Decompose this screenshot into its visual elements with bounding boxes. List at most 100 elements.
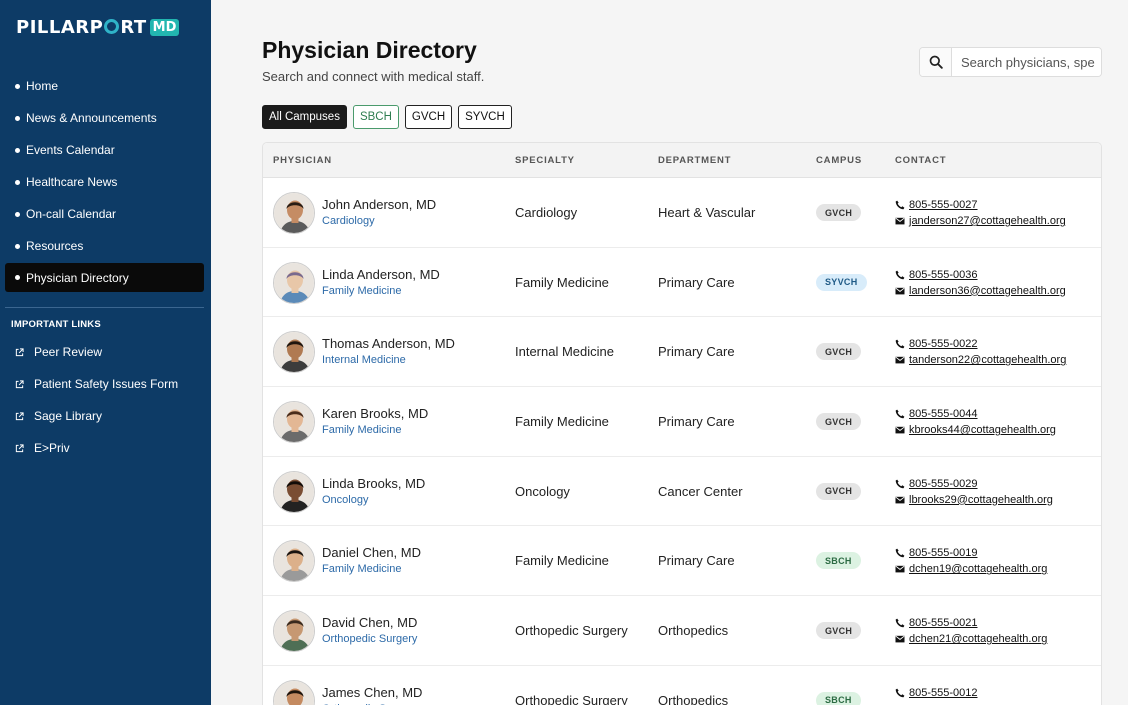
important-link-e-priv[interactable]: E>Priv: [5, 432, 204, 464]
physician-specialty-link[interactable]: Cardiology: [322, 215, 375, 227]
search-box: [919, 47, 1102, 77]
filter-syvch[interactable]: SYVCH: [458, 105, 512, 129]
table-row[interactable]: Thomas Anderson, MD Internal Medicine Inte…: [263, 317, 1101, 388]
table-row[interactable]: James Chen, MD Orthopedic Surgery Orthoped…: [263, 666, 1101, 705]
filter-gvch[interactable]: GVCH: [404, 105, 453, 129]
specialty-cell: Oncology: [515, 483, 570, 499]
sidebar-item-physician-directory[interactable]: Physician Directory: [5, 263, 204, 292]
sidebar-item-news-announcements[interactable]: News & Announcements: [5, 102, 204, 134]
avatar[interactable]: [273, 331, 315, 374]
column-header-specialty[interactable]: SPECIALTY: [515, 155, 575, 166]
sidebar-item-events-calendar[interactable]: Events Calendar: [5, 134, 204, 166]
search-icon: [929, 55, 943, 69]
external-link-icon: [15, 347, 24, 356]
phone-link[interactable]: 805-555-0044: [909, 408, 978, 420]
phone-link[interactable]: 805-555-0012: [909, 687, 978, 699]
envelope-icon: [895, 357, 905, 364]
sidebar-item-home[interactable]: Home: [5, 70, 204, 102]
email-link[interactable]: lbrooks29@cottagehealth.org: [909, 494, 1053, 506]
physician-specialty-link[interactable]: Orthopedic Surgery: [322, 633, 417, 645]
table-row[interactable]: Karen Brooks, MD Family Medicine Family Me…: [263, 387, 1101, 457]
email-link[interactable]: dchen21@cottagehealth.org: [909, 633, 1047, 645]
phone-link[interactable]: 805-555-0027: [909, 199, 978, 211]
avatar[interactable]: [273, 192, 315, 234]
avatar[interactable]: [273, 679, 315, 705]
physician-name[interactable]: Linda Brooks, MD: [322, 476, 425, 491]
physician-name[interactable]: Karen Brooks, MD: [322, 406, 428, 421]
logo-badge: MD: [149, 19, 180, 36]
campus-badge: GVCH: [816, 413, 862, 431]
phone-link[interactable]: 805-555-0029: [909, 478, 978, 490]
physician-name[interactable]: Thomas Anderson, MD: [322, 336, 455, 351]
phone-link[interactable]: 805-555-0036: [909, 269, 978, 281]
filter-all-campuses[interactable]: All Campuses: [262, 105, 347, 129]
phone-link[interactable]: 805-555-0019: [909, 547, 978, 559]
physician-specialty-link[interactable]: Family Medicine: [322, 285, 401, 297]
app-logo[interactable]: PILLARP RT MD: [16, 17, 180, 38]
table-row[interactable]: Linda Anderson, MD Family Medicine Family …: [263, 248, 1101, 318]
physician-name[interactable]: Linda Anderson, MD: [322, 267, 440, 282]
important-link-sage-library[interactable]: Sage Library: [5, 400, 204, 432]
table-row[interactable]: Linda Brooks, MD Oncology Oncology Cancer C…: [263, 457, 1101, 527]
campus-badge: SBCH: [816, 552, 861, 570]
avatar[interactable]: [273, 401, 315, 444]
physician-name[interactable]: Daniel Chen, MD: [322, 545, 421, 560]
column-header-department[interactable]: DEPARTMENT: [658, 155, 731, 166]
phone-link[interactable]: 805-555-0021: [909, 617, 978, 629]
phone-link[interactable]: 805-555-0022: [909, 338, 978, 350]
phone-icon: [895, 549, 905, 558]
department-cell: Orthopedics: [658, 623, 729, 639]
email-link[interactable]: dchen19@cottagehealth.org: [909, 563, 1047, 575]
physician-specialty-link[interactable]: Internal Medicine: [322, 354, 406, 366]
sidebar-item-on-call-calendar[interactable]: On-call Calendar: [5, 198, 204, 230]
physician-specialty-link[interactable]: Family Medicine: [322, 563, 401, 575]
email-link[interactable]: tanderson22@cottagehealth.org: [909, 354, 1066, 366]
contact-cell: 805-555-0036 landerson36@cottagehealth.or…: [895, 267, 1066, 299]
specialty-cell: Cardiology: [515, 205, 578, 220]
avatar[interactable]: [273, 470, 315, 513]
sidebar-divider: [5, 307, 204, 308]
envelope-icon: [895, 426, 905, 434]
physician-specialty-link[interactable]: Family Medicine: [322, 424, 401, 436]
contact-cell: 805-555-0022 tanderson22@cottagehealth.or…: [895, 336, 1066, 368]
column-header-contact[interactable]: CONTACT: [895, 155, 946, 166]
bullet-icon: [15, 211, 20, 217]
filter-sbch[interactable]: SBCH: [352, 105, 399, 129]
column-header-campus[interactable]: CAMPUS: [816, 155, 862, 166]
contact-cell: 805-555-0029 lbrooks29@cottagehealth.org: [895, 476, 1053, 508]
bullet-icon: [15, 147, 20, 153]
department-cell: Heart & Vascular: [658, 205, 756, 220]
table-header: PHYSICIAN SPECIALTY DEPARTMENT CAMPUS CO…: [263, 143, 1101, 178]
search-button[interactable]: [920, 48, 952, 76]
email-link[interactable]: janderson27@cottagehealth.org: [909, 215, 1066, 227]
phone-icon: [895, 339, 905, 349]
sidebar-nav: Home News & Announcements Events Calendar H…: [5, 70, 204, 292]
physician-name[interactable]: John Anderson, MD: [322, 197, 436, 212]
specialty-cell: Family Medicine: [515, 553, 609, 569]
email-link[interactable]: kbrooks44@cottagehealth.org: [909, 424, 1056, 436]
physician-specialty-link[interactable]: Oncology: [322, 494, 368, 506]
physician-name[interactable]: James Chen, MD: [322, 685, 422, 700]
table-body: John Anderson, MD Cardiology Cardiology Hea…: [263, 178, 1101, 705]
specialty-cell: Family Medicine: [515, 414, 609, 430]
department-cell: Cancer Center: [658, 483, 743, 499]
specialty-cell: Family Medicine: [515, 274, 609, 290]
envelope-icon: [895, 287, 905, 295]
search-input[interactable]: [952, 48, 1101, 76]
table-row[interactable]: John Anderson, MD Cardiology Cardiology Hea…: [263, 178, 1101, 248]
column-header-physician[interactable]: PHYSICIAN: [273, 155, 332, 166]
sidebar-item-label: On-call Calendar: [26, 207, 117, 221]
avatar[interactable]: [273, 261, 315, 304]
important-link-patient-safety-issues-form[interactable]: Patient Safety Issues Form: [5, 368, 204, 400]
avatar[interactable]: [273, 540, 315, 583]
campus-badge: SBCH: [816, 691, 861, 705]
physician-name[interactable]: David Chen, MD: [322, 615, 417, 630]
important-link-peer-review[interactable]: Peer Review: [5, 336, 204, 368]
email-link[interactable]: landerson36@cottagehealth.org: [909, 285, 1066, 297]
sidebar-item-resources[interactable]: Resources: [5, 230, 204, 262]
avatar[interactable]: [273, 610, 315, 653]
table-row[interactable]: David Chen, MD Orthopedic Surgery Orthoped…: [263, 596, 1101, 666]
bullet-icon: [15, 243, 20, 249]
table-row[interactable]: Daniel Chen, MD Family Medicine Family Med…: [263, 526, 1101, 597]
sidebar-item-healthcare-news[interactable]: Healthcare News: [5, 166, 204, 198]
